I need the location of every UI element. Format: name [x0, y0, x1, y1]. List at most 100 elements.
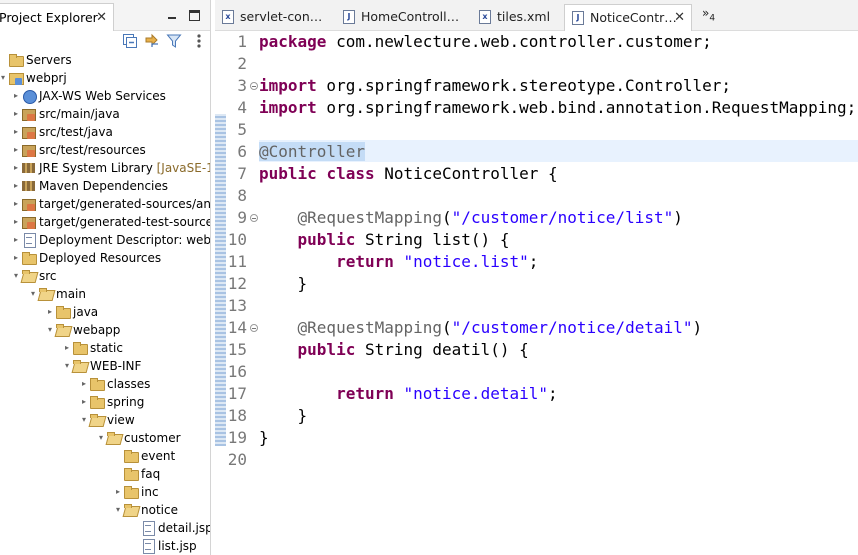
tree-item[interactable]: ▸ src/test/java: [11, 123, 113, 141]
tree-item[interactable]: faq: [113, 465, 160, 483]
code-text-area[interactable]: package com.newlecture.web.controller.cu…: [259, 31, 858, 555]
tree-item[interactable]: ▸ src/test/resources: [11, 141, 146, 159]
tree-item[interactable]: ▸ src/main/java: [11, 105, 120, 123]
keyword-token: public: [297, 230, 356, 249]
chevron-right-icon[interactable]: ▸: [11, 195, 21, 213]
close-icon[interactable]: ✕: [96, 4, 107, 31]
minimize-icon[interactable]: [165, 8, 179, 22]
tree-item[interactable]: ▾ WEB-INF: [62, 357, 141, 375]
collapse-all-icon[interactable]: [122, 33, 138, 49]
tree-item[interactable]: list.jsp: [130, 537, 197, 555]
tree-item[interactable]: ▾ customer: [96, 429, 181, 447]
chevron-right-icon[interactable]: ▸: [11, 141, 21, 159]
fold-collapse-icon[interactable]: [250, 324, 258, 332]
tree-item[interactable]: ▸ java: [45, 303, 98, 321]
line-number: 10: [227, 229, 259, 251]
code-line[interactable]: package com.newlecture.web.controller.cu…: [259, 31, 712, 53]
editor-tab-bar: x servlet-con… J HomeControll… x tiles.xml J No…: [215, 0, 858, 31]
code-line[interactable]: public class NoticeController {: [259, 163, 558, 185]
line-number-text: 15: [227, 340, 247, 359]
tree-item[interactable]: ▸ inc: [113, 483, 159, 501]
chevron-down-icon[interactable]: ▾: [0, 69, 8, 87]
tree-item[interactable]: ▸ target/generated-test-sources/test: [11, 213, 210, 231]
tree-item[interactable]: ▸ target/generated-sources/annotati: [11, 195, 210, 213]
line-number-text: 19: [227, 428, 247, 447]
code-line[interactable]: }: [259, 405, 308, 427]
tree-item[interactable]: event: [113, 447, 175, 465]
code-line[interactable]: return "notice.detail";: [259, 383, 558, 405]
tree-item-label: detail.jsp: [158, 521, 211, 535]
tree-item[interactable]: ▸ JRE System Library [JavaSE-1.8]: [11, 159, 210, 177]
editor-tab-label: HomeControll…: [361, 9, 460, 24]
tree-item[interactable]: ▸ static: [62, 339, 123, 357]
code-line[interactable]: @RequestMapping("/customer/notice/list"): [259, 207, 683, 229]
line-number: 19: [227, 427, 259, 449]
chevron-right-icon[interactable]: ▸: [11, 159, 21, 177]
chevron-right-icon[interactable]: ▸: [11, 231, 21, 249]
code-line[interactable]: import org.springframework.stereotype.Co…: [259, 75, 731, 97]
code-line[interactable]: @RequestMapping("/customer/notice/detail…: [259, 317, 703, 339]
chevron-right-icon[interactable]: ▸: [79, 375, 89, 393]
tree-item[interactable]: ▸ classes: [79, 375, 150, 393]
code-line[interactable]: public String deatil() {: [259, 339, 529, 361]
chevron-right-icon[interactable]: ▸: [62, 339, 72, 357]
editor-tab[interactable]: x tiles.xml: [472, 4, 562, 31]
folder-icon: [8, 53, 24, 67]
tree-item[interactable]: Servers: [0, 51, 72, 69]
chevron-right-icon[interactable]: ▸: [11, 177, 21, 195]
link-with-editor-icon[interactable]: [144, 33, 160, 49]
code-token: ;: [548, 384, 558, 403]
fold-collapse-icon[interactable]: [250, 82, 258, 90]
code-token: ): [692, 318, 703, 337]
chevron-right-icon[interactable]: ▸: [11, 123, 21, 141]
editor-tab[interactable]: J HomeControll…: [336, 4, 470, 31]
filter-icon[interactable]: [166, 33, 182, 49]
maximize-icon[interactable]: [189, 10, 200, 21]
chevron-right-icon[interactable]: ▸: [45, 303, 55, 321]
code-line[interactable]: }: [259, 427, 269, 449]
tree-item[interactable]: ▸ Maven Dependencies: [11, 177, 168, 195]
annotation-ruler[interactable]: [215, 31, 227, 555]
line-number-text: 6: [237, 142, 247, 161]
tree-item[interactable]: ▾ main: [28, 285, 86, 303]
line-number-text: 14: [227, 318, 247, 337]
code-line[interactable]: }: [259, 273, 308, 295]
chevron-right-icon[interactable]: ▸: [11, 249, 21, 267]
tab-overflow-button[interactable]: »4: [702, 6, 715, 23]
change-marker: [215, 114, 226, 446]
tree-item[interactable]: ▸ spring: [79, 393, 144, 411]
editor-tab[interactable]: x servlet-con…: [215, 4, 335, 31]
tree-item-label: spring: [107, 395, 145, 409]
tree-item[interactable]: ▾ webapp: [45, 321, 120, 339]
tab-project-explorer[interactable]: Project Explorer ✕: [0, 3, 114, 31]
line-number-gutter[interactable]: 1 2 3 4 5 6 7 8 9 10 11 12 13 14 15 16 17 18 19 20: [227, 31, 259, 555]
code-line[interactable]: return "notice.list";: [259, 251, 538, 273]
code-line[interactable]: public String list() {: [259, 229, 510, 251]
tree-item[interactable]: ▾ view: [79, 411, 135, 429]
tree-item[interactable]: ▾ src: [11, 267, 57, 285]
fold-collapse-icon[interactable]: [250, 214, 258, 222]
line-number-text: 8: [237, 186, 247, 205]
code-line[interactable]: @Controller: [259, 141, 365, 163]
chevron-right-icon[interactable]: ▸: [11, 105, 21, 123]
tree-item[interactable]: detail.jsp: [130, 519, 211, 537]
chevron-right-icon[interactable]: ▸: [79, 393, 89, 411]
code-line[interactable]: import org.springframework.web.bind.anno…: [259, 97, 856, 119]
chevron-right-icon[interactable]: ▸: [11, 213, 21, 231]
web-services-icon: [21, 89, 37, 104]
line-number-text: 16: [227, 362, 247, 381]
editor-tab[interactable]: J NoticeContr… ✕: [564, 4, 692, 31]
tree-item[interactable]: ▸ Deployment Descriptor: webprj: [11, 231, 210, 249]
folder-open-icon: [123, 503, 139, 517]
chevron-right-icon[interactable]: ▸: [11, 87, 21, 105]
view-menu-icon[interactable]: [191, 33, 207, 49]
code-token: org.springframework.web.bind.annotation.…: [316, 98, 857, 117]
chevron-right-icon[interactable]: ▸: [113, 483, 123, 501]
tree-item[interactable]: ▾ notice: [113, 501, 178, 519]
editor-body[interactable]: 1 2 3 4 5 6 7 8 9 10 11 12 13 14 15 16 17 18 19 20 package …: [215, 31, 858, 555]
tree-item[interactable]: ▾ webprj: [0, 69, 67, 87]
tree-item[interactable]: ▸ JAX-WS Web Services: [11, 87, 166, 105]
close-icon[interactable]: ✕: [674, 5, 685, 31]
tree-item[interactable]: ▸ Deployed Resources: [11, 249, 161, 267]
